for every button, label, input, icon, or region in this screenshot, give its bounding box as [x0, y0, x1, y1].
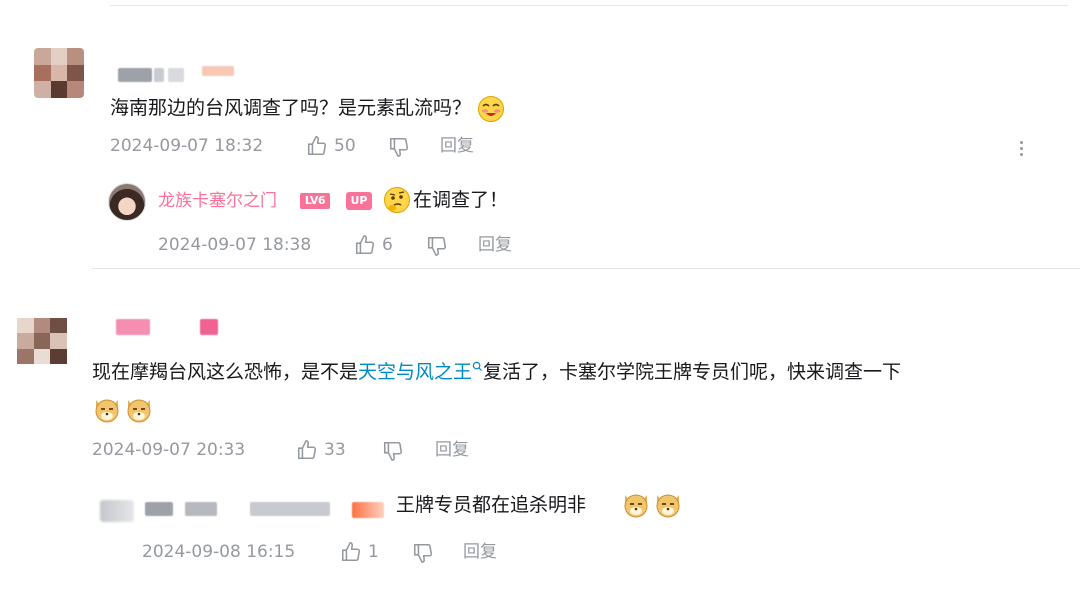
reply-date: 2024-09-08 16:15 [142, 542, 296, 562]
more-options-icon[interactable] [1020, 138, 1024, 159]
dislike-button[interactable] [382, 440, 404, 462]
comment-date: 2024-09-07 18:32 [110, 136, 264, 156]
reply-text: 在调查了！ [413, 189, 509, 211]
comment-date: 2024-09-07 20:33 [92, 440, 246, 460]
doge-emoji-icon [127, 399, 151, 423]
username-blurred [200, 319, 218, 335]
reply-date: 2024-09-07 18:38 [158, 235, 312, 255]
thumb-up-icon [341, 542, 361, 562]
search-link[interactable]: 天空与风之王 [358, 361, 472, 383]
like-count: 6 [382, 235, 393, 255]
emoji-row [621, 489, 683, 519]
thumb-down-icon [427, 236, 447, 256]
reply-button[interactable]: 回复 [440, 134, 474, 158]
like-count: 50 [334, 136, 356, 156]
comment-text: 海南那边的台风调查了吗？是元素乱流吗？ [110, 93, 505, 123]
reply-text: 王牌专员都在追杀明非 [396, 494, 587, 516]
username-blurred [250, 502, 330, 516]
doge-emoji-icon [95, 399, 119, 423]
reply-button[interactable]: 回复 [478, 233, 512, 257]
thumb-up-icon [297, 440, 317, 460]
username-blurred [145, 502, 173, 516]
thumb-down-icon [383, 441, 403, 461]
doge-emoji-icon [656, 494, 680, 518]
level-badge: LV6 [300, 193, 330, 209]
thumb-up-icon [355, 235, 375, 255]
username-blurred [185, 502, 217, 516]
up-badge: UP [346, 192, 372, 210]
like-count: 33 [324, 440, 346, 460]
comment-text: 现在摩羯台风这么恐怖，是不是天空与风之王 复活了，卡塞尔学院王牌专员们呢，快来调查… [92, 361, 902, 383]
dislike-button[interactable] [426, 235, 448, 257]
reply-button[interactable]: 回复 [435, 438, 469, 462]
reply-button[interactable]: 回复 [463, 540, 497, 564]
avatar [34, 48, 84, 98]
like-button[interactable]: 6 [354, 233, 393, 257]
username-blurred [116, 319, 150, 335]
search-icon[interactable] [472, 361, 483, 372]
comment-divider [92, 268, 1080, 269]
thumb-down-icon [389, 137, 409, 157]
giggle-emoji-icon [478, 95, 505, 122]
like-button[interactable]: 1 [340, 540, 379, 564]
reply-username[interactable]: 龙族卡塞尔之门 [158, 189, 277, 213]
username-blurred [168, 68, 184, 82]
thumb-down-icon [413, 543, 433, 563]
avatar [17, 318, 67, 364]
badge-blurred [352, 502, 384, 518]
like-button[interactable]: 50 [306, 134, 356, 158]
like-count: 1 [368, 542, 379, 562]
reply-avatar-blurred [100, 500, 134, 522]
username-blurred [154, 68, 164, 82]
emoji-row [92, 394, 154, 424]
username-blurred [118, 68, 152, 82]
badge-blurred [202, 66, 234, 76]
reply-avatar [108, 183, 146, 221]
dislike-button[interactable] [412, 542, 434, 564]
doge-emoji-icon [624, 494, 648, 518]
dislike-button[interactable] [388, 136, 410, 158]
like-button[interactable]: 33 [296, 438, 346, 462]
thumb-up-icon [307, 136, 327, 156]
top-divider [110, 5, 1068, 6]
thinking-emoji-icon [384, 187, 410, 213]
